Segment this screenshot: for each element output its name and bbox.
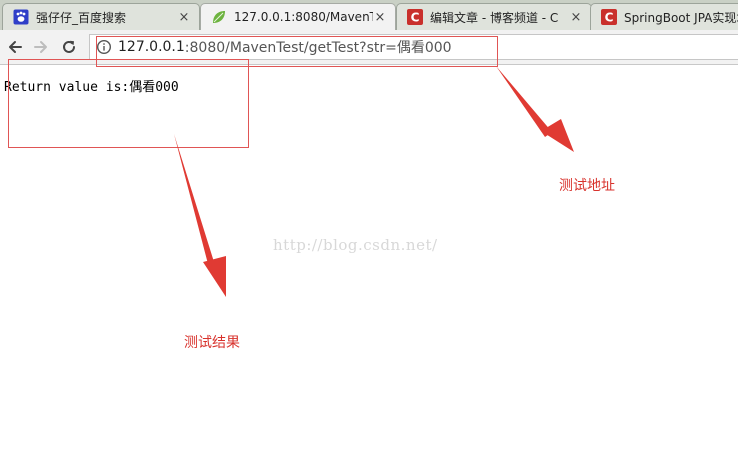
close-icon[interactable]: × bbox=[373, 10, 387, 25]
address-arrow bbox=[496, 66, 574, 152]
result-annotation-label: 测试结果 bbox=[184, 335, 240, 351]
annotation-arrows bbox=[174, 66, 574, 297]
tab-title: 127.0.0.1:8080/MavenT bbox=[234, 10, 373, 24]
tab-maven-test[interactable]: 127.0.0.1:8080/MavenT × bbox=[200, 3, 396, 30]
address-annotation-label: 测试地址 bbox=[559, 178, 615, 194]
result-arrow bbox=[174, 134, 226, 297]
spring-leaf-icon bbox=[211, 9, 227, 25]
